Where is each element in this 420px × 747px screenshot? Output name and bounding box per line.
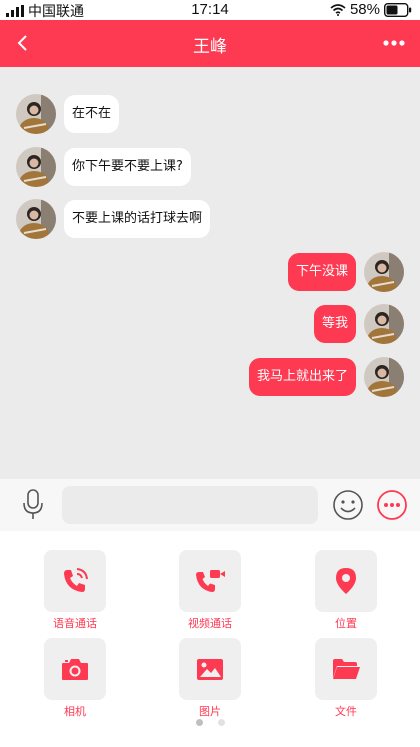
location-pin-icon <box>336 568 356 594</box>
tool-label: 图片 <box>199 705 221 718</box>
my-avatar[interactable] <box>364 252 404 292</box>
tool-tile[interactable] <box>44 638 106 700</box>
contact-avatar[interactable] <box>16 199 56 239</box>
page-dot[interactable] <box>217 719 225 726</box>
chat-header: 王峰 <box>0 20 420 67</box>
image-button[interactable]: 图片 <box>172 638 248 719</box>
image-icon <box>197 659 223 680</box>
message-bubble: 你下午要不要上课? <box>64 148 191 186</box>
battery-icon <box>384 2 412 17</box>
voice-call-button[interactable]: 语音通话 <box>37 550 113 631</box>
camera-button[interactable]: 相机 <box>37 638 113 719</box>
tool-label: 相机 <box>64 705 86 718</box>
tool-label: 语音通话 <box>53 617 97 630</box>
page-dot-active[interactable] <box>195 719 203 726</box>
message-list[interactable]: 在不在 你下午要不要上课? 不要上课的话打球去啊 下午没课 等我 我马上就出来了 <box>0 67 420 479</box>
voice-input-button[interactable] <box>20 488 46 522</box>
message-row-outgoing: 下午没课 <box>287 252 404 292</box>
message-input[interactable] <box>62 486 318 524</box>
message-bubble: 下午没课 <box>287 253 356 291</box>
contact-avatar[interactable] <box>16 147 56 187</box>
camera-icon <box>62 659 88 680</box>
tool-label: 位置 <box>335 617 357 630</box>
message-bubble: 我马上就出来了 <box>248 358 356 396</box>
emoji-button[interactable] <box>332 489 364 521</box>
message-bubble: 等我 <box>313 305 356 343</box>
message-row-incoming: 在不在 <box>16 94 120 134</box>
more-options-button[interactable] <box>378 29 410 57</box>
tool-tile[interactable] <box>315 638 377 700</box>
message-bubble: 不要上课的话打球去啊 <box>64 200 211 238</box>
status-bar: 中国联通 17:14 58% <box>0 0 420 20</box>
microphone-icon <box>23 489 43 519</box>
battery-percent: 58% <box>349 1 380 18</box>
contact-name: 王峰 <box>193 37 227 57</box>
more-tools-button[interactable] <box>376 489 408 521</box>
tool-tile[interactable] <box>179 550 241 612</box>
video-call-button[interactable]: 视频通话 <box>172 550 248 631</box>
more-circle-icon <box>377 490 407 520</box>
file-button[interactable]: 文件 <box>308 638 384 719</box>
tools-panel: 语音通话 视频通话 位置 相机 图片 文件 <box>0 531 420 747</box>
message-bubble: 在不在 <box>64 95 120 133</box>
tool-tile[interactable] <box>179 638 241 700</box>
message-row-outgoing: 我马上就出来了 <box>248 357 404 397</box>
more-horizontal-icon <box>383 40 405 46</box>
tool-tile[interactable] <box>315 550 377 612</box>
message-row-incoming: 你下午要不要上课? <box>16 147 191 187</box>
page-indicator <box>0 719 420 726</box>
contact-avatar[interactable] <box>16 94 56 134</box>
message-row-outgoing: 等我 <box>313 304 404 344</box>
wifi-icon <box>330 3 346 16</box>
input-bar <box>0 479 420 531</box>
phone-ringing-icon <box>64 568 88 592</box>
video-call-icon <box>196 570 225 592</box>
my-avatar[interactable] <box>364 304 404 344</box>
tool-label: 文件 <box>335 705 357 718</box>
message-row-incoming: 不要上课的话打球去啊 <box>16 199 211 239</box>
smiley-icon <box>333 490 363 520</box>
tool-tile[interactable] <box>44 550 106 612</box>
tool-label: 视频通话 <box>188 617 232 630</box>
my-avatar[interactable] <box>364 357 404 397</box>
folder-icon <box>333 659 360 679</box>
location-button[interactable]: 位置 <box>308 550 384 631</box>
